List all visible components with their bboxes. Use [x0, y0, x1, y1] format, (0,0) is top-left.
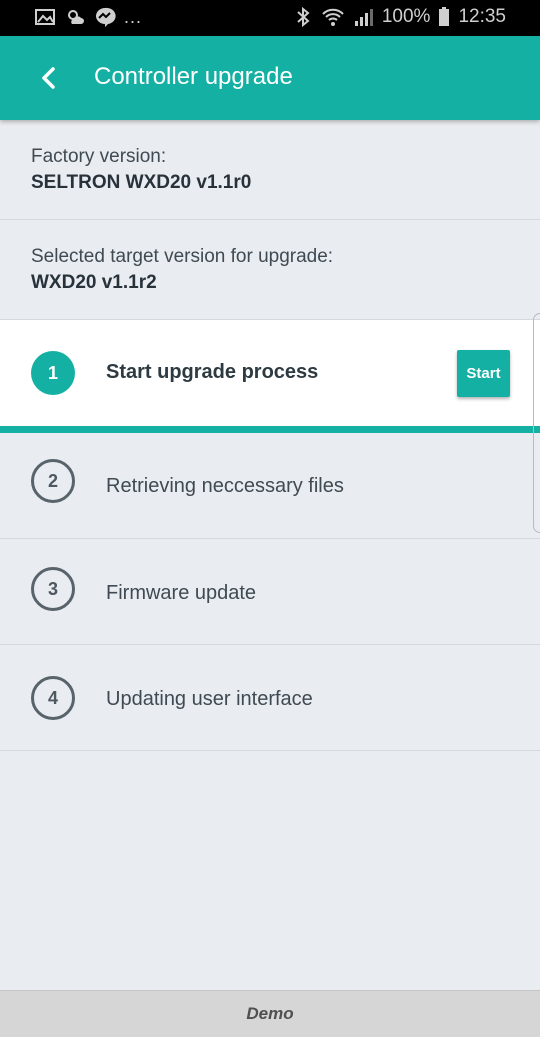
step-label: Firmware update [106, 582, 257, 604]
app-bar: Controller upgrade [0, 36, 540, 120]
bluetooth-icon [292, 6, 314, 28]
step-label: Start upgrade process [106, 361, 319, 383]
step-number-badge: 4 [31, 676, 75, 720]
step-number-badge: 1 [31, 351, 75, 395]
edge-panel-handle[interactable] [533, 313, 540, 533]
page-title: Controller upgrade [94, 63, 293, 90]
messenger-icon [94, 6, 116, 28]
status-overflow: ... [124, 6, 143, 27]
step-updating-ui: 4 Updating user interface [0, 645, 540, 751]
progress-bar [0, 426, 540, 433]
battery-percent: 100% [381, 6, 431, 27]
step-firmware-update: 3 Firmware update [0, 539, 540, 645]
target-version-value: WXD20 v1.1r2 [31, 272, 157, 293]
status-bar: ... 100% 12:35 [0, 0, 540, 36]
step-retrieving-files: 2 Retrieving neccessary files [0, 433, 540, 539]
weather-icon [64, 6, 86, 28]
wifi-icon [322, 6, 344, 28]
status-right-icons: 100% 12:35 [292, 6, 506, 28]
signal-icon [352, 6, 374, 28]
step-label: Retrieving neccessary files [106, 475, 344, 497]
gallery-icon [34, 6, 56, 28]
factory-version-label: Factory version: [31, 146, 167, 167]
battery-icon [438, 6, 450, 28]
demo-footer: Demo [0, 990, 540, 1037]
step-number-badge: 3 [31, 567, 75, 611]
back-button[interactable] [30, 58, 70, 98]
start-button[interactable]: Start [457, 350, 510, 397]
factory-version-section: Factory version: SELTRON WXD20 v1.1r0 [0, 120, 540, 220]
target-version-section: Selected target version for upgrade: WXD… [0, 220, 540, 320]
step-number-badge: 2 [31, 459, 75, 503]
step-start-upgrade: 1 Start upgrade process Start [0, 320, 540, 426]
clock: 12:35 [458, 6, 506, 27]
chevron-left-icon [42, 67, 55, 89]
target-version-label: Selected target version for upgrade: [31, 246, 334, 267]
factory-version-value: SELTRON WXD20 v1.1r0 [31, 172, 252, 193]
status-left-icons: ... [34, 6, 142, 28]
step-label: Updating user interface [106, 688, 313, 710]
